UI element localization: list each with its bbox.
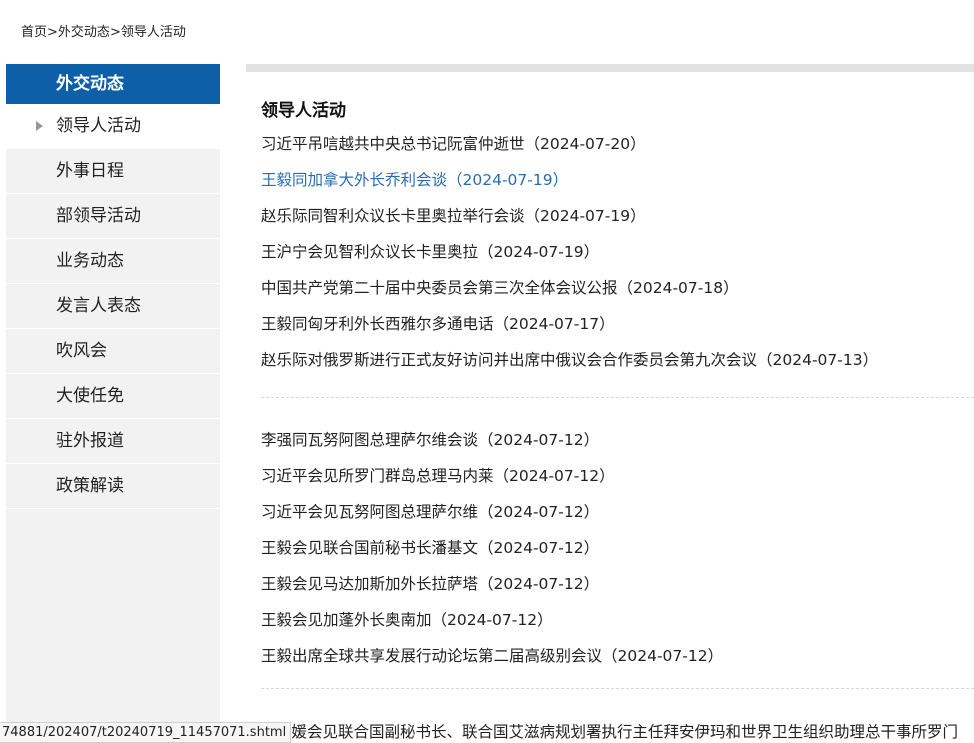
breadcrumb: 首页>外交动态>领导人活动	[21, 21, 186, 40]
sidebar-header[interactable]: 外交动态	[6, 64, 220, 104]
sidebar-item-policy[interactable]: 政策解读	[6, 464, 220, 509]
news-list: 习近平吊唁越共中央总书记阮富仲逝世（2024-07-20） 王毅同加拿大外长乔利…	[261, 126, 974, 378]
sidebar-item-active[interactable]: 领导人活动	[6, 104, 220, 149]
news-item[interactable]: 王毅会见马达加斯加外长拉萨塔（2024-07-12）	[261, 566, 974, 602]
news-item[interactable]: 王沪宁会见智利众议长卡里奥拉（2024-07-19）	[261, 234, 974, 270]
group-divider	[261, 688, 974, 689]
news-item[interactable]: 李强同瓦努阿图总理萨尔维会谈（2024-07-12）	[261, 422, 974, 458]
news-item[interactable]: 习近平吊唁越共中央总书记阮富仲逝世（2024-07-20）	[261, 126, 974, 162]
status-bar-url: 74881/202407/t20240719_11457071.shtml	[0, 722, 292, 743]
news-item[interactable]: 习近平会见瓦努阿图总理萨尔维（2024-07-12）	[261, 494, 974, 530]
news-item[interactable]: 王毅会见加蓬外长奥南加（2024-07-12）	[261, 602, 974, 638]
sidebar-item-schedule[interactable]: 外事日程	[6, 149, 220, 194]
news-item[interactable]: 王毅出席全球共享发展行动论坛第二届高级别会议（2024-07-12）	[261, 638, 974, 674]
sidebar-item-ambassadors[interactable]: 大使任免	[6, 374, 220, 419]
news-item[interactable]: 王毅会见联合国前秘书长潘基文（2024-07-12）	[261, 530, 974, 566]
news-item-hovered[interactable]: 王毅同加拿大外长乔利会谈（2024-07-19）	[261, 162, 974, 198]
news-item[interactable]: 赵乐际对俄罗斯进行正式友好访问并出席中俄议会合作委员会第九次会议（2024-07…	[261, 342, 974, 378]
breadcrumb-home-link[interactable]: 首页	[21, 25, 47, 40]
breadcrumb-separator: >	[109, 25, 121, 40]
breadcrumb-separator: >	[47, 25, 58, 40]
sidebar-item-label: 领导人活动	[56, 116, 141, 136]
news-item[interactable]: 赵乐际同智利众议长卡里奥拉举行会谈（2024-07-19）	[261, 198, 974, 234]
group-divider	[261, 397, 974, 398]
main-content: 领导人活动 习近平吊唁越共中央总书记阮富仲逝世（2024-07-20） 王毅同加…	[246, 64, 974, 741]
sidebar-item-spokesperson[interactable]: 发言人表态	[6, 284, 220, 329]
sidebar-item-business[interactable]: 业务动态	[6, 239, 220, 284]
news-item[interactable]: 习近平会见所罗门群岛总理马内莱（2024-07-12）	[261, 458, 974, 494]
breadcrumb-section-link[interactable]: 外交动态	[58, 25, 110, 40]
sidebar-item-briefing[interactable]: 吹风会	[6, 329, 220, 374]
news-item[interactable]: 中国共产党第二十届中央委员会第三次全体会议公报（2024-07-18）	[261, 270, 974, 306]
news-list: 李强同瓦努阿图总理萨尔维会谈（2024-07-12） 习近平会见所罗门群岛总理马…	[261, 422, 974, 674]
top-divider-bar	[246, 64, 974, 72]
sidebar: 外交动态 领导人活动 外事日程 部领导活动 业务动态 发言人表态 吹风会 大使任…	[6, 64, 220, 741]
page-title: 领导人活动	[261, 101, 346, 121]
triangle-right-icon	[36, 121, 43, 131]
news-item-partial[interactable]: 丽媛会见联合国副秘书长、联合国艾滋病规划署执行主任拜安伊玛和世界卫生组织助理总干…	[276, 720, 958, 742]
breadcrumb-current[interactable]: 领导人活动	[121, 25, 186, 40]
news-item[interactable]: 王毅同匈牙利外长西雅尔多通电话（2024-07-17）	[261, 306, 974, 342]
sidebar-item-ministry-leaders[interactable]: 部领导活动	[6, 194, 220, 239]
sidebar-item-overseas-reports[interactable]: 驻外报道	[6, 419, 220, 464]
